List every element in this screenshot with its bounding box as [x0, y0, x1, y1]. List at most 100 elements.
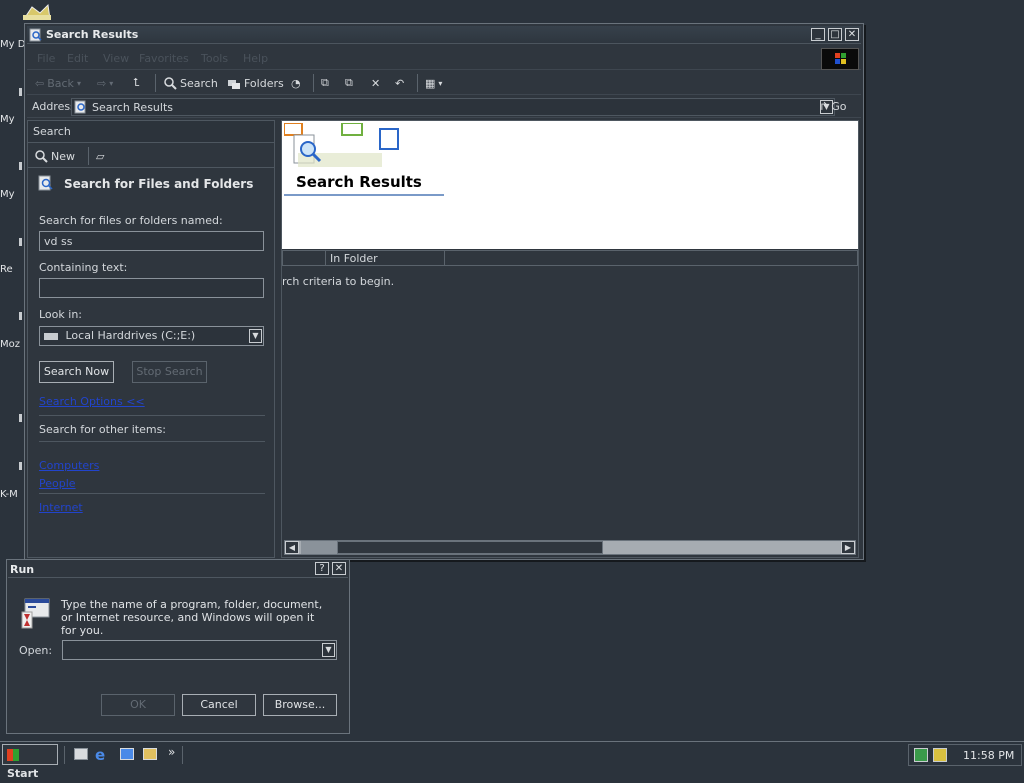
search-label: Search	[180, 76, 218, 90]
desktop-icon-label[interactable]: Moz	[0, 339, 20, 350]
named-label: Search for files or folders named:	[39, 214, 223, 227]
undo-button[interactable]: ↶	[395, 74, 404, 92]
ok-button[interactable]: OK	[101, 694, 175, 716]
menu-help[interactable]: Help	[243, 52, 268, 65]
run-open-label: Open:	[19, 644, 53, 657]
search-quicklaunch[interactable]	[141, 746, 159, 764]
go-button[interactable]: ↱ Go	[819, 97, 846, 115]
desktop-icon-label[interactable]: My	[0, 114, 15, 125]
look-in-select[interactable]: Local Harddrives (C:;E:) ▼	[39, 326, 264, 346]
address-bar: Address Search Results ▼ ↱ Go	[27, 96, 861, 118]
computers-link[interactable]: Computers	[39, 459, 99, 472]
top-desktop-icon[interactable]	[22, 3, 52, 21]
desktop-icon-label[interactable]: Re	[0, 264, 13, 275]
back-button[interactable]: ⇦ Back ▾	[35, 74, 81, 92]
menu-view[interactable]: View	[103, 52, 129, 65]
look-in-dropdown-button[interactable]: ▼	[249, 329, 262, 343]
desktop-icon-label[interactable]: My	[0, 189, 15, 200]
run-open-dropdown-button[interactable]: ▼	[322, 643, 335, 657]
back-arrow-icon: ⇦	[35, 76, 45, 90]
results-panel: Search Results In Folder rch criteria to…	[281, 120, 859, 558]
copy-to-button[interactable]: ⧉	[345, 74, 353, 92]
quicklaunch-more-button[interactable]: »	[168, 745, 175, 759]
minimize-icon: _	[815, 29, 821, 40]
menu-bar: File Edit View Favorites Tools Help	[27, 46, 861, 70]
scroll-left-button[interactable]: ◀	[285, 541, 299, 554]
clock[interactable]: 11:58 PM	[963, 749, 1014, 762]
run-close-button[interactable]: ✕	[332, 562, 346, 575]
network-icon[interactable]	[914, 748, 928, 762]
search-pane: Search New ▱ Search for Files and Folder…	[27, 120, 275, 558]
search-assistant-button[interactable]: ▱	[96, 147, 104, 165]
divider	[39, 493, 265, 494]
run-description: Type the name of a program, folder, docu…	[61, 598, 323, 637]
minimize-button[interactable]: _	[811, 28, 825, 41]
taskbar-separator	[182, 746, 183, 764]
go-label: Go	[831, 99, 847, 113]
scroll-right-button[interactable]: ▶	[841, 541, 855, 554]
run-help-button[interactable]: ?	[315, 562, 329, 575]
column-header-blank[interactable]	[444, 250, 858, 266]
window-title: Search Results	[46, 28, 139, 41]
run-titlebar[interactable]: Run ? ✕	[8, 561, 348, 578]
show-desktop-quicklaunch[interactable]	[72, 746, 90, 764]
forward-button[interactable]: ⇨ ▾	[97, 74, 113, 92]
system-tray: 11:58 PM	[908, 744, 1022, 766]
standard-toolbar: ⇦ Back ▾ ⇨ ▾ ⮤ Search Folders ◔ ⧉ ⧉ ✕ ↶ …	[27, 71, 861, 95]
ie-icon: e	[95, 746, 106, 764]
close-button[interactable]: ✕	[845, 28, 859, 41]
outlook-quicklaunch[interactable]	[118, 746, 136, 764]
search-pane-title: Search	[33, 125, 71, 138]
folders-label: Folders	[244, 76, 284, 90]
stop-search-button[interactable]: Stop Search	[132, 361, 207, 383]
internet-explorer-quicklaunch[interactable]: e	[95, 746, 113, 764]
history-button[interactable]: ◔	[291, 74, 301, 92]
containing-text-input[interactable]	[39, 278, 264, 298]
window-titlebar[interactable]: Search Results _ □ ✕	[27, 26, 861, 44]
delete-icon: ✕	[371, 76, 381, 90]
internet-link[interactable]: Internet	[39, 501, 83, 514]
divider	[39, 415, 265, 416]
results-message: rch criteria to begin.	[282, 275, 395, 288]
browse-button[interactable]: Browse...	[263, 694, 337, 716]
run-program-icon	[21, 598, 50, 629]
menu-tools[interactable]: Tools	[201, 52, 228, 65]
forward-dropdown-icon: ▾	[109, 78, 114, 88]
menu-edit[interactable]: Edit	[67, 52, 88, 65]
scroll-track-left	[301, 541, 337, 554]
menu-favorites[interactable]: Favorites	[139, 52, 189, 65]
search-window-icon	[29, 28, 42, 42]
people-link[interactable]: People	[39, 477, 76, 490]
search-button[interactable]: Search	[163, 74, 218, 92]
banner-underline	[284, 194, 444, 196]
views-dropdown-icon: ▾	[438, 78, 443, 88]
filename-input[interactable]	[39, 231, 264, 251]
search-options-link[interactable]: Search Options <<	[39, 395, 145, 408]
delete-button[interactable]: ✕	[371, 74, 380, 92]
desktop-icon-label[interactable]: K-M	[0, 489, 18, 500]
new-search-button[interactable]: New	[34, 147, 75, 165]
views-button[interactable]: ▦ ▾	[425, 74, 442, 92]
maximize-button[interactable]: □	[828, 28, 842, 41]
tray-app-icon[interactable]	[933, 748, 947, 762]
desktop-icon-label[interactable]: My D	[0, 39, 25, 50]
horizontal-scrollbar[interactable]: ◀ ▶	[284, 540, 856, 555]
address-field[interactable]: Search Results ▼	[71, 98, 835, 116]
up-folder-button[interactable]: ⮤	[133, 74, 140, 92]
search-now-button[interactable]: Search Now	[39, 361, 114, 383]
menu-file[interactable]: File	[37, 52, 55, 65]
cancel-button[interactable]: Cancel	[182, 694, 256, 716]
drive-icon	[44, 332, 58, 340]
start-button[interactable]: Start	[2, 744, 58, 780]
help-icon: ?	[319, 563, 325, 574]
windows-flag-icon	[7, 749, 19, 761]
column-header-in-folder[interactable]: In Folder	[325, 250, 445, 266]
folders-button[interactable]: Folders	[227, 74, 284, 92]
mail-icon	[120, 748, 134, 760]
search-results-window: Search Results _ □ ✕ File Edit View Favo…	[24, 23, 864, 560]
column-header-name[interactable]	[282, 250, 326, 266]
run-open-input[interactable]: ▼	[62, 640, 337, 660]
scroll-thumb[interactable]	[337, 541, 603, 554]
move-to-button[interactable]: ⧉	[321, 74, 329, 92]
address-label: Address	[32, 100, 76, 113]
